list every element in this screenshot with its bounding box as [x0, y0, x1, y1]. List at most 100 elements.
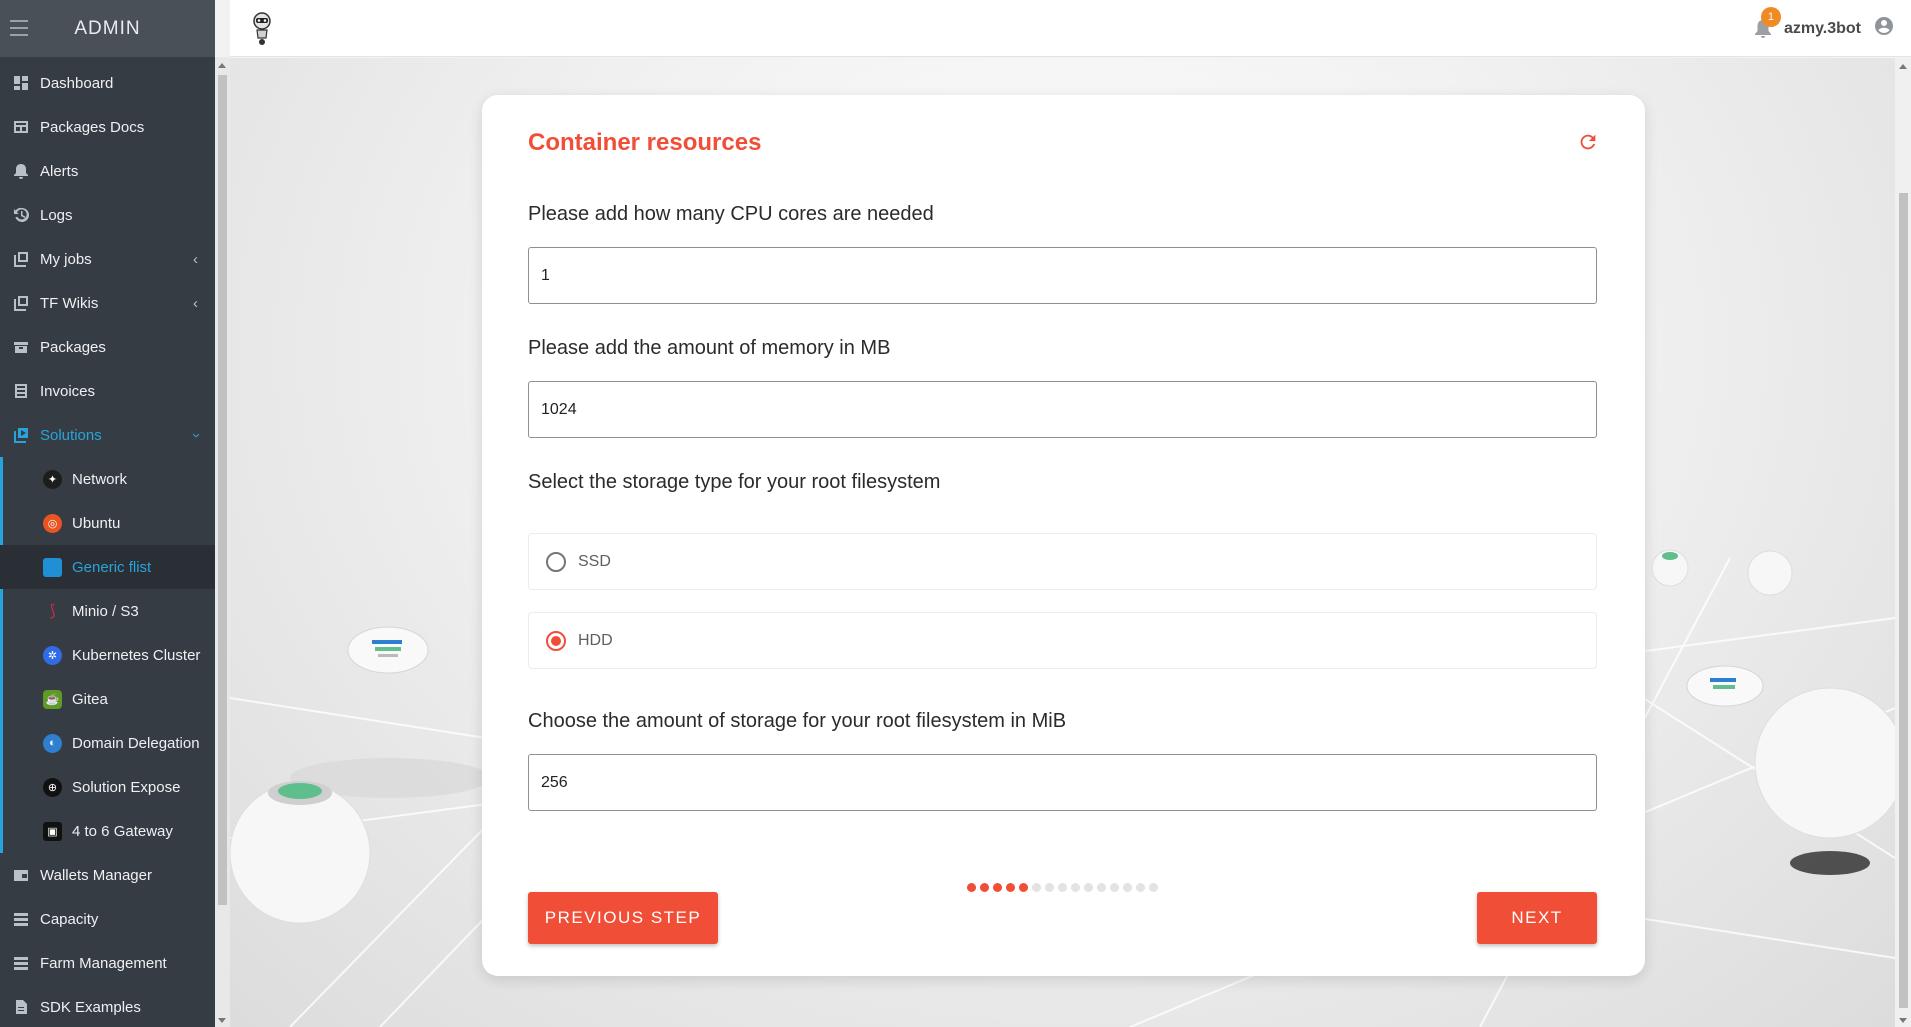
step-dot-pending	[1149, 883, 1158, 892]
radio-button[interactable]	[546, 551, 566, 572]
sidebar-item-4to6-gateway[interactable]: ▣ 4 to 6 Gateway	[3, 809, 215, 853]
scroll-down-icon[interactable]	[1899, 1018, 1907, 1023]
step-dot-complete	[1019, 883, 1028, 892]
memory-label: Please add the amount of memory in MB	[528, 337, 891, 359]
sidebar-item-wallets-manager[interactable]: Wallets Manager	[0, 853, 215, 897]
sidebar-nav-bottom: Wallets Manager Capacity Farm Management…	[0, 853, 215, 1027]
sidebar-item-kubernetes[interactable]: ✲ Kubernetes Cluster	[3, 633, 215, 677]
sidebar-item-label: Packages Docs	[40, 118, 145, 136]
sidebar-header: ADMIN	[0, 0, 215, 57]
minio-icon: ⟆	[49, 603, 56, 620]
card-title: Container resources	[528, 129, 762, 156]
solutions-submenu: ✦ Network ◎ Ubuntu Generic flist ⟆ Minio…	[0, 457, 215, 853]
sidebar-nav: Dashboard Packages Docs Alerts Logs My j…	[0, 61, 215, 457]
sidebar-item-packages[interactable]: Packages	[0, 325, 215, 369]
sidebar-item-label: 4 to 6 Gateway	[72, 822, 173, 840]
step-dot-pending	[1123, 883, 1132, 892]
bell-icon	[13, 163, 29, 179]
sidebar-item-label: Ubuntu	[72, 514, 121, 532]
gitea-icon: ☕	[43, 689, 62, 709]
sidebar-item-my-jobs[interactable]: My jobs ‹	[0, 237, 215, 281]
disk-size-input[interactable]	[528, 754, 1597, 811]
sidebar-item-minio[interactable]: ⟆ Minio / S3	[3, 589, 215, 633]
storage-option-hdd[interactable]: HDD	[528, 612, 1597, 669]
sidebar-item-label: Solutions	[40, 426, 102, 444]
previous-step-button[interactable]: PREVIOUS STEP	[528, 892, 718, 944]
sidebar-item-label: Capacity	[40, 910, 99, 928]
account-circle-icon[interactable]	[1875, 17, 1893, 40]
wiki-icon	[13, 295, 29, 311]
sidebar-item-generic-flist[interactable]: Generic flist	[0, 545, 215, 589]
cpu-cores-input[interactable]	[528, 247, 1597, 304]
scroll-up-icon[interactable]	[218, 63, 226, 68]
sidebar-item-network[interactable]: ✦ Network	[3, 457, 215, 501]
chevron-left-icon: ‹	[193, 295, 198, 312]
username[interactable]: azmy.3bot	[1784, 20, 1861, 38]
sidebar-item-packages-docs[interactable]: Packages Docs	[0, 105, 215, 149]
step-dot-pending	[1058, 883, 1067, 892]
sidebar-item-label: Logs	[40, 206, 73, 224]
disk-size-label: Choose the amount of storage for your ro…	[528, 710, 1067, 732]
scroll-down-icon[interactable]	[218, 1018, 226, 1023]
user-area: 1 azmy.3bot	[1754, 0, 1893, 57]
memory-input[interactable]	[528, 381, 1597, 438]
sidebar-item-label: Gitea	[72, 690, 108, 708]
sidebar-item-dashboard[interactable]: Dashboard	[0, 61, 215, 105]
step-dot-complete	[1006, 883, 1015, 892]
sidebar-item-logs[interactable]: Logs	[0, 193, 215, 237]
sidebar-scrollbar[interactable]	[215, 57, 230, 1027]
topbar: 1 azmy.3bot	[230, 0, 1911, 57]
network-icon: ✦	[43, 469, 62, 489]
radio-label: HDD	[578, 631, 613, 649]
radio-button-selected[interactable]	[546, 630, 566, 651]
notification-bell-icon[interactable]: 1	[1754, 6, 1781, 39]
sidebar-item-label: Dashboard	[40, 74, 114, 92]
ubuntu-icon: ◎	[43, 513, 62, 533]
step-dot-pending	[1136, 883, 1145, 892]
refresh-icon[interactable]	[1577, 131, 1599, 153]
storage-option-ssd[interactable]: SSD	[528, 533, 1597, 590]
scroll-up-icon[interactable]	[1899, 64, 1907, 69]
scrollbar-thumb[interactable]	[218, 75, 227, 905]
kubernetes-icon: ✲	[43, 645, 62, 665]
step-dot-pending	[1097, 883, 1106, 892]
chevron-down-icon: ‹	[187, 433, 204, 438]
step-progress-dots	[967, 883, 1162, 892]
scrollbar-thumb[interactable]	[1899, 193, 1908, 1008]
sidebar-item-solution-expose[interactable]: ⊕ Solution Expose	[3, 765, 215, 809]
sidebar-item-label: Kubernetes Cluster	[72, 646, 201, 664]
capacity-icon	[13, 911, 29, 927]
sidebar-item-ubuntu[interactable]: ◎ Ubuntu	[3, 501, 215, 545]
sidebar-item-label: My jobs	[40, 250, 92, 268]
sidebar-item-sdk-examples[interactable]: SDK Examples	[0, 985, 215, 1027]
bot-logo-icon[interactable]	[250, 12, 274, 46]
sidebar-item-capacity[interactable]: Capacity	[0, 897, 215, 941]
sidebar-item-label: Minio / S3	[72, 602, 139, 620]
sidebar-item-farm-management[interactable]: Farm Management	[0, 941, 215, 985]
sidebar-item-invoices[interactable]: Invoices	[0, 369, 215, 413]
step-dot-complete	[993, 883, 1002, 892]
main-scrollbar[interactable]	[1895, 58, 1911, 1027]
brand-title: ADMIN	[74, 17, 141, 39]
hamburger-menu-icon[interactable]	[10, 20, 28, 36]
next-button[interactable]: NEXT	[1477, 892, 1597, 944]
step-dot-pending	[1045, 883, 1054, 892]
step-dot-pending	[1084, 883, 1093, 892]
sidebar-item-alerts[interactable]: Alerts	[0, 149, 215, 193]
sidebar: ADMIN Dashboard Packages Docs Alerts Log…	[0, 0, 215, 1027]
sidebar-item-gitea[interactable]: ☕ Gitea	[3, 677, 215, 721]
sidebar-item-label: Network	[72, 470, 128, 488]
sidebar-item-label: Wallets Manager	[40, 866, 152, 884]
sdk-icon	[13, 999, 29, 1015]
chevron-left-icon: ‹	[193, 251, 198, 268]
step-dot-pending	[1110, 883, 1119, 892]
sidebar-item-tf-wikis[interactable]: TF Wikis ‹	[0, 281, 215, 325]
sidebar-item-solutions[interactable]: Solutions ‹	[0, 413, 215, 457]
sidebar-item-label: SDK Examples	[40, 998, 141, 1016]
sidebar-item-domain-delegation[interactable]: ◐ Domain Delegation	[3, 721, 215, 765]
step-dot-pending	[1032, 883, 1041, 892]
sidebar-item-label: Generic flist	[72, 558, 152, 576]
invoice-icon	[13, 383, 29, 399]
sidebar-item-label: TF Wikis	[40, 294, 99, 312]
sidebar-item-label: Solution Expose	[72, 778, 181, 796]
